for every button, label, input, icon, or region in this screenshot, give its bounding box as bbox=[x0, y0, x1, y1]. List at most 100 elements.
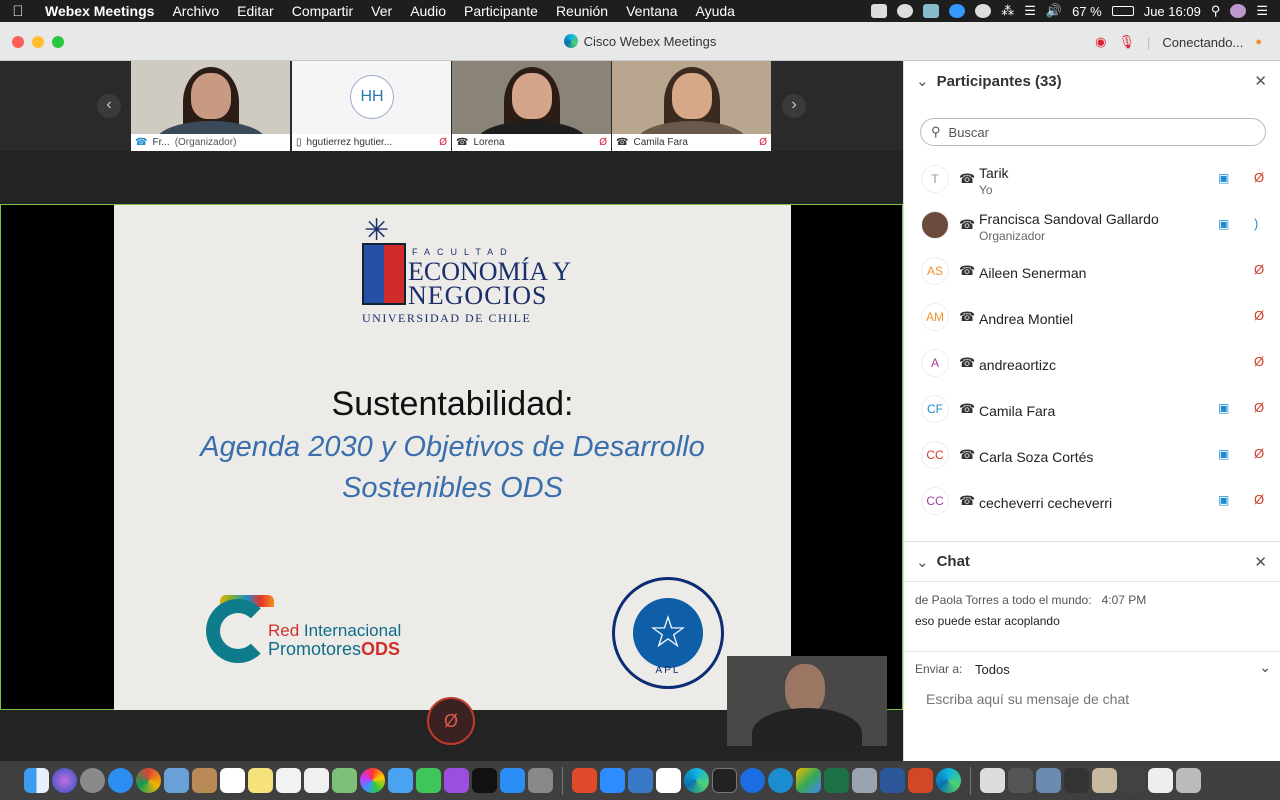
slack-icon[interactable] bbox=[656, 768, 681, 793]
chrome-icon[interactable] bbox=[136, 768, 161, 793]
launchpad-icon[interactable] bbox=[80, 768, 105, 793]
trash-icon[interactable] bbox=[1176, 768, 1201, 793]
next-thumbnails-button[interactable]: › bbox=[782, 94, 806, 118]
send-to-selector[interactable]: Enviar a: Todos ⌄ bbox=[904, 651, 1280, 681]
terminal-icon[interactable] bbox=[712, 768, 737, 793]
participant-row[interactable]: ☎ Francisca Sandoval Gallardo Organizador ▣… bbox=[904, 203, 1280, 249]
participant-row[interactable]: CC ☎ cecheverri cecheverri ▣ Ø bbox=[904, 479, 1280, 525]
mic-muted-icon[interactable]: Ø bbox=[1254, 400, 1264, 415]
safari-icon[interactable] bbox=[108, 768, 133, 793]
window-thumbnail-icon[interactable] bbox=[1064, 768, 1089, 793]
status-app-icon[interactable] bbox=[923, 4, 940, 18]
video-thumbnail[interactable]: ☎ Camila Fara Ø bbox=[612, 61, 771, 151]
chevron-down-icon[interactable]: ⌄ bbox=[916, 553, 929, 571]
app-store-icon[interactable] bbox=[500, 768, 525, 793]
volume-icon[interactable]: 🔊 bbox=[1046, 3, 1062, 19]
drive-icon[interactable] bbox=[796, 768, 821, 793]
apple-tv-icon[interactable] bbox=[472, 768, 497, 793]
facetime-icon[interactable] bbox=[416, 768, 441, 793]
menu-compartir[interactable]: Compartir bbox=[283, 3, 362, 19]
status-app-icon[interactable] bbox=[949, 4, 966, 18]
webex-meetings-icon[interactable] bbox=[936, 768, 961, 793]
menu-editar[interactable]: Editar bbox=[228, 3, 283, 19]
chevron-down-icon[interactable]: ⌄ bbox=[916, 72, 929, 90]
window-thumbnail-icon[interactable] bbox=[1148, 768, 1173, 793]
unmute-button[interactable]: Ø bbox=[427, 697, 475, 745]
zoom-icon[interactable] bbox=[600, 768, 625, 793]
finder-icon[interactable] bbox=[24, 768, 49, 793]
chevron-down-icon[interactable]: ⌄ bbox=[1259, 659, 1271, 676]
participant-row[interactable]: A ☎ andreaortizc Ø bbox=[904, 341, 1280, 387]
video-thumbnail[interactable]: HH ▯ hgutierrez hgutier... Ø bbox=[292, 61, 451, 151]
window-thumbnail-icon[interactable] bbox=[1036, 768, 1061, 793]
close-participants-button[interactable]: ✕ bbox=[1254, 72, 1267, 90]
mic-active-icon[interactable]: ) bbox=[1254, 216, 1258, 231]
spotlight-search-icon[interactable]: ⚲ bbox=[1211, 3, 1221, 19]
messages-icon[interactable] bbox=[388, 768, 413, 793]
notification-center-icon[interactable]: ☰ bbox=[1256, 3, 1268, 19]
menu-clock[interactable]: Jue 16:09 bbox=[1144, 4, 1201, 19]
wifi-icon[interactable]: ☰ bbox=[1024, 3, 1036, 19]
podcasts-icon[interactable] bbox=[444, 768, 469, 793]
menu-participante[interactable]: Participante bbox=[455, 3, 547, 19]
teamviewer-icon[interactable] bbox=[740, 768, 765, 793]
mic-muted-icon[interactable]: Ø bbox=[1254, 446, 1264, 461]
participant-row[interactable]: T ☎ Tarik Yo ▣ Ø bbox=[904, 157, 1280, 203]
battery-icon[interactable] bbox=[1111, 6, 1134, 16]
bluetooth-icon[interactable]: ⁂ bbox=[1001, 3, 1014, 19]
remote-desktop-icon[interactable] bbox=[572, 768, 597, 793]
menu-ver[interactable]: Ver bbox=[362, 3, 401, 19]
notefile-icon[interactable] bbox=[192, 768, 217, 793]
menu-audio[interactable]: Audio bbox=[401, 3, 455, 19]
preview-icon[interactable] bbox=[164, 768, 189, 793]
menu-ventana[interactable]: Ventana bbox=[617, 3, 686, 19]
participant-row[interactable]: CC ☎ Carla Soza Cortés ▣ Ø bbox=[904, 433, 1280, 479]
powerpoint-icon[interactable] bbox=[908, 768, 933, 793]
menu-app-name[interactable]: Webex Meetings bbox=[36, 3, 163, 19]
mic-muted-icon[interactable]: Ø bbox=[1254, 354, 1264, 369]
apple-menu-icon[interactable]:  bbox=[0, 3, 36, 20]
maps-icon[interactable] bbox=[332, 768, 357, 793]
mic-muted-icon[interactable]: Ø bbox=[1254, 492, 1264, 507]
chat-message-input[interactable] bbox=[904, 681, 1280, 761]
edge-icon[interactable] bbox=[768, 768, 793, 793]
excel-icon[interactable] bbox=[824, 768, 849, 793]
mic-muted-icon[interactable]: Ø bbox=[1254, 308, 1264, 323]
menu-archivo[interactable]: Archivo bbox=[163, 3, 228, 19]
self-view-video[interactable] bbox=[727, 656, 887, 746]
window-thumbnail-icon[interactable] bbox=[1008, 768, 1033, 793]
document-thumbnail-icon[interactable] bbox=[980, 768, 1005, 793]
photos-icon[interactable] bbox=[360, 768, 385, 793]
participant-row[interactable]: CF ☎ Camila Fara ▣ Ø bbox=[904, 387, 1280, 433]
menu-ayuda[interactable]: Ayuda bbox=[686, 3, 743, 19]
participant-row[interactable]: AM ☎ Andrea Montiel Ø bbox=[904, 295, 1280, 341]
system-preferences-icon[interactable] bbox=[528, 768, 553, 793]
vpn-shield-icon[interactable] bbox=[628, 768, 653, 793]
send-to-value[interactable]: Todos bbox=[975, 662, 1010, 677]
webex-icon[interactable] bbox=[684, 768, 709, 793]
window-thumbnail-icon[interactable] bbox=[1120, 768, 1145, 793]
status-app-icon[interactable] bbox=[897, 4, 914, 18]
mic-muted-icon[interactable]: Ø bbox=[1254, 262, 1264, 277]
mic-muted-icon[interactable]: 🎙 bbox=[1118, 34, 1135, 50]
menu-reunion[interactable]: Reunión bbox=[547, 3, 617, 19]
siri-icon[interactable] bbox=[52, 768, 77, 793]
status-app-icon[interactable] bbox=[871, 4, 888, 18]
previous-thumbnails-button[interactable]: ‹ bbox=[97, 94, 121, 118]
calendar-icon[interactable] bbox=[220, 768, 245, 793]
mic-muted-icon[interactable]: Ø bbox=[1254, 170, 1264, 185]
video-thumbnail[interactable]: ☎ Fr... (Organizador) bbox=[131, 61, 290, 151]
word-icon[interactable] bbox=[880, 768, 905, 793]
user-icon[interactable] bbox=[1230, 4, 1247, 18]
video-thumbnail[interactable]: ☎ Lorena Ø bbox=[452, 61, 611, 151]
close-chat-button[interactable]: ✕ bbox=[1254, 553, 1267, 571]
participant-search-input[interactable]: ⚲ Buscar bbox=[920, 118, 1266, 146]
music-icon[interactable] bbox=[304, 768, 329, 793]
status-app-icon[interactable] bbox=[975, 4, 992, 18]
scanner-icon[interactable] bbox=[852, 768, 877, 793]
recording-icon[interactable]: ◉ bbox=[1095, 34, 1106, 50]
reminders-icon[interactable] bbox=[276, 768, 301, 793]
notes-icon[interactable] bbox=[248, 768, 273, 793]
participant-row[interactable]: AS ☎ Aileen Senerman Ø bbox=[904, 249, 1280, 295]
window-thumbnail-icon[interactable] bbox=[1092, 768, 1117, 793]
